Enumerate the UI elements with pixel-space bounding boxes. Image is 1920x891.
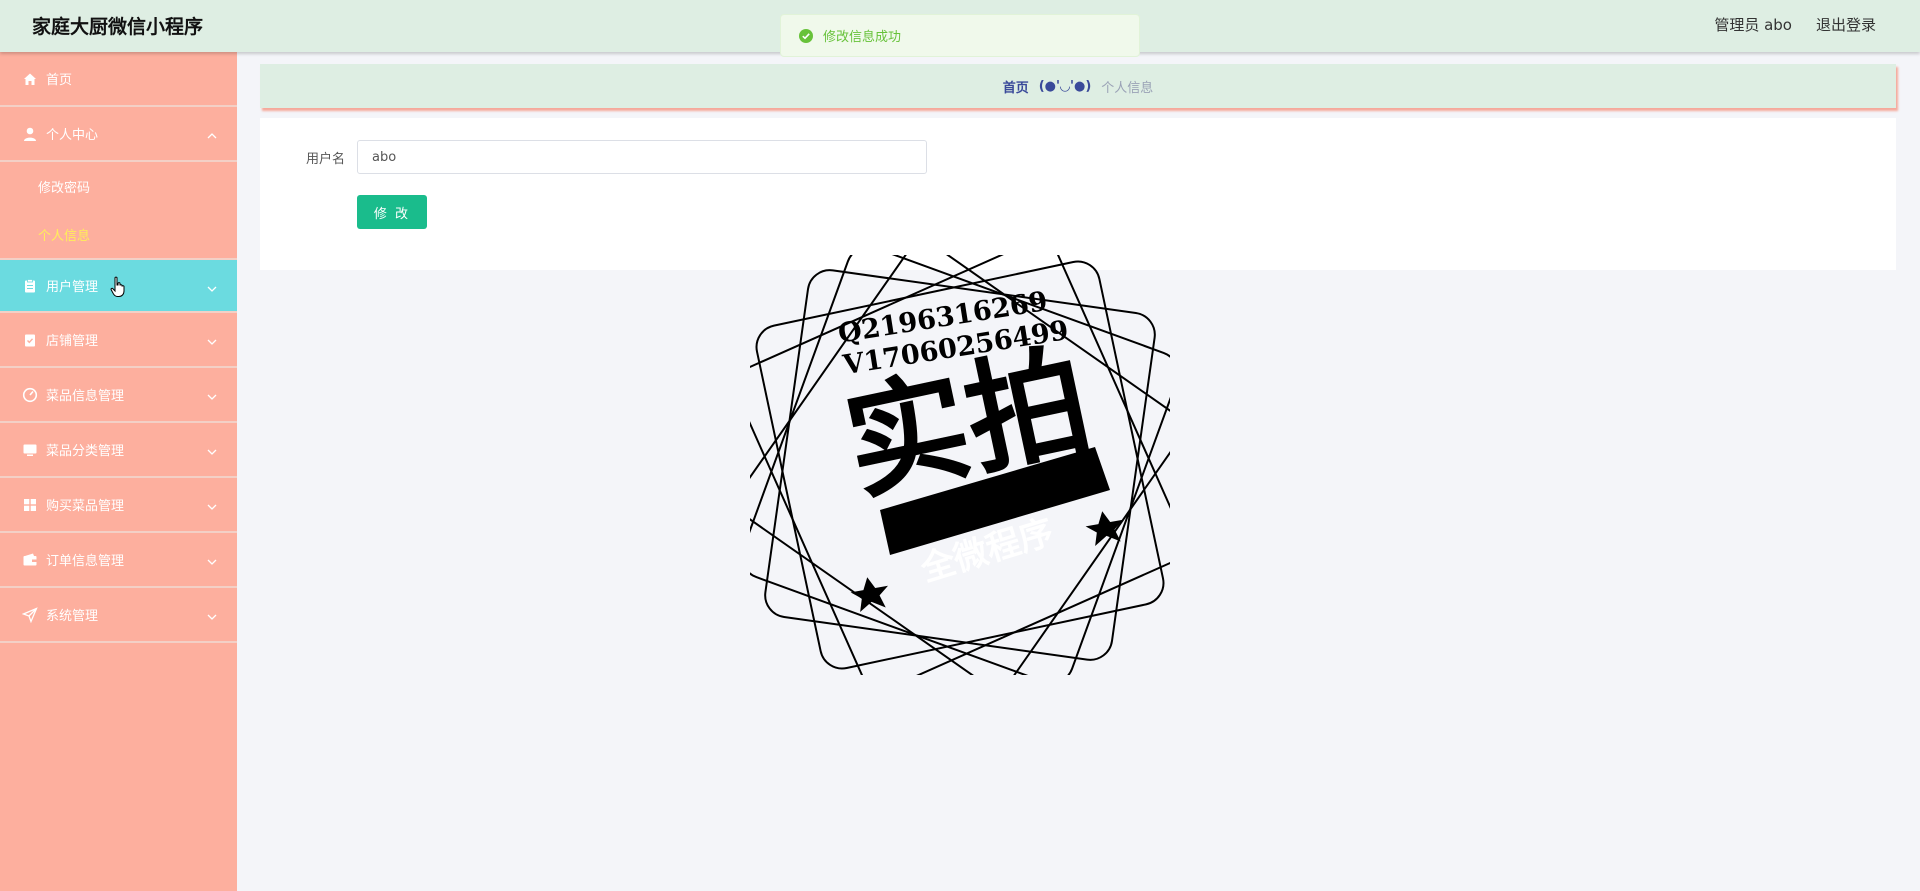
sidebar-item-user-management[interactable]: 用户管理: [0, 258, 237, 313]
sidebar-item-order-info-management[interactable]: 订单信息管理: [0, 533, 237, 588]
sidebar-menu: 首页 个人中心 修改密码 个人信息 用户管理 店铺管理 菜品信息管理 菜品分类管…: [0, 52, 237, 891]
wallet-icon: [22, 552, 38, 568]
user-icon: [22, 126, 38, 142]
username-input[interactable]: [357, 140, 927, 174]
breadcrumb-home[interactable]: 首页: [1003, 77, 1029, 96]
home-icon: [22, 71, 38, 87]
send-icon: [22, 606, 38, 623]
sidebar-item-label: 首页: [46, 73, 73, 88]
profile-form-panel: 用户名 修 改: [260, 118, 1896, 270]
submit-button[interactable]: 修 改: [357, 195, 427, 229]
chevron-down-icon: [207, 390, 217, 405]
sidebar-item-label: 用户管理: [46, 280, 99, 295]
header-right: 管理员 abo 退出登录: [1714, 14, 1876, 35]
grid-icon: [22, 497, 38, 513]
breadcrumb-current: 个人信息: [1101, 80, 1154, 96]
toast-message: 修改信息成功: [823, 30, 902, 45]
sidebar-item-label: 系统管理: [46, 609, 99, 624]
hand-pointer-cursor-icon: [110, 276, 126, 302]
chevron-up-icon: [207, 129, 217, 144]
breadcrumb-separator: (●'◡'●): [1038, 78, 1092, 94]
sidebar-item-label: 个人中心: [46, 128, 99, 143]
breadcrumb: 首页 (●'◡'●) 个人信息: [260, 64, 1896, 108]
username-label: 用户名: [306, 152, 346, 167]
chevron-down-icon: [207, 335, 217, 350]
clipboard-icon: [22, 278, 38, 294]
logout-link[interactable]: 退出登录: [1816, 14, 1876, 35]
sidebar-item-personal-center[interactable]: 个人中心: [0, 107, 237, 162]
chevron-down-icon: [207, 555, 217, 570]
gauge-icon: [22, 387, 38, 403]
sidebar-item-purchase-dish-management[interactable]: 购买菜品管理: [0, 478, 237, 533]
monitor-icon: [22, 442, 38, 458]
sidebar-subitem-change-password[interactable]: 修改密码: [0, 162, 237, 210]
sidebar-item-home[interactable]: 首页: [0, 52, 237, 107]
sidebar-item-store-management[interactable]: 店铺管理: [0, 313, 237, 368]
chevron-down-icon: [207, 282, 217, 297]
sidebar-item-label: 店铺管理: [46, 334, 99, 349]
sidebar-item-system-management[interactable]: 系统管理: [0, 588, 237, 643]
chevron-down-icon: [207, 500, 217, 515]
chevron-down-icon: [207, 610, 217, 625]
sidebar-item-label: 菜品信息管理: [46, 389, 125, 404]
admin-user-label: 管理员 abo: [1714, 16, 1792, 34]
sidebar-item-label: 订单信息管理: [46, 554, 125, 569]
sidebar-item-dish-info-management[interactable]: 菜品信息管理: [0, 368, 237, 423]
sidebar-subitem-personal-info[interactable]: 个人信息: [0, 210, 237, 258]
sidebar-item-label: 购买菜品管理: [46, 499, 125, 514]
app-title: 家庭大厨微信小程序: [32, 16, 204, 38]
chevron-down-icon: [207, 445, 217, 460]
success-toast: 修改信息成功: [780, 14, 1140, 57]
sidebar-item-dish-category-management[interactable]: 菜品分类管理: [0, 423, 237, 478]
check-circle-icon: [799, 28, 813, 43]
sidebar-item-label: 菜品分类管理: [46, 444, 125, 459]
clipboard-check-icon: [22, 332, 38, 348]
